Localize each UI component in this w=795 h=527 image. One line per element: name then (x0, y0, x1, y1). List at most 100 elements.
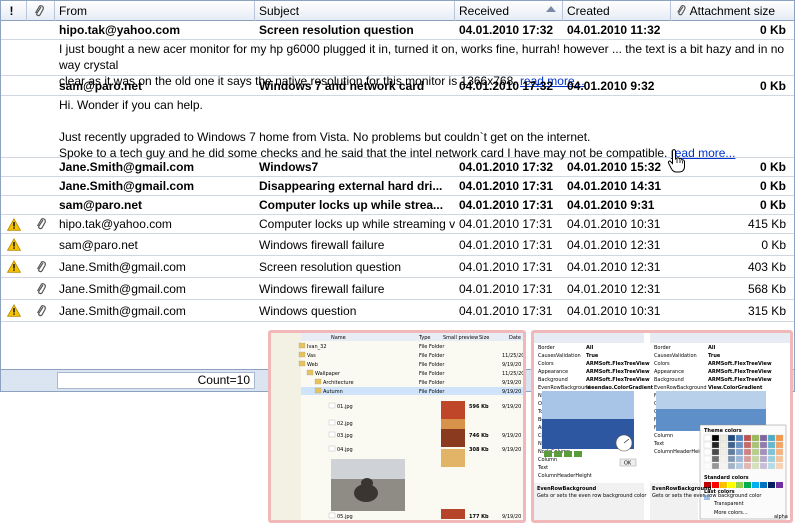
from-cell: sam@paro.net (59, 198, 143, 212)
color-swatch[interactable] (703, 441, 712, 449)
thumb-item-date: 11/25/20 (502, 353, 523, 359)
standard-color-swatch[interactable] (712, 482, 719, 488)
received-cell: 04.01.2010 17:31 (459, 198, 554, 212)
color-swatch[interactable] (719, 462, 728, 470)
standard-color-swatch[interactable] (720, 482, 727, 488)
column-header-attachment[interactable] (27, 1, 55, 21)
color-swatch[interactable] (735, 455, 744, 463)
color-swatch[interactable] (775, 441, 784, 449)
color-swatch[interactable] (759, 448, 768, 456)
property-name: Background (538, 377, 568, 383)
color-swatch[interactable] (743, 434, 752, 442)
color-swatch[interactable] (751, 462, 760, 470)
more-colors-option[interactable]: More colors... (714, 510, 748, 516)
color-swatch[interactable] (767, 462, 776, 470)
color-swatch[interactable] (751, 434, 760, 442)
color-swatch[interactable] (711, 434, 720, 442)
color-swatch[interactable] (751, 448, 760, 456)
property-value: ARMSoft.FlexTreeView (708, 369, 772, 375)
property-value: ARMSoft.FlexTreeView (586, 377, 650, 383)
color-swatch[interactable] (703, 434, 712, 442)
color-swatch[interactable] (759, 462, 768, 470)
color-swatch[interactable] (751, 455, 760, 463)
column-header-created[interactable]: Created (563, 1, 671, 21)
color-swatch[interactable] (727, 434, 736, 442)
color-swatch[interactable] (703, 462, 712, 470)
color-swatch[interactable] (727, 441, 736, 449)
color-swatch[interactable] (735, 434, 744, 442)
color-swatch[interactable] (743, 441, 752, 449)
color-swatch[interactable] (719, 455, 728, 463)
color-swatch[interactable] (711, 448, 720, 456)
color-swatch[interactable] (711, 441, 720, 449)
property-value: All (586, 345, 594, 351)
color-swatch[interactable] (719, 441, 728, 449)
table-row[interactable]: Jane.Smith@gmail.com Windows question 04.0… (1, 300, 794, 322)
thumb-item-size: 177 Kb (469, 514, 489, 520)
standard-color-swatch[interactable] (752, 482, 759, 488)
column-header-attachment-size[interactable]: Attachment size (671, 1, 794, 21)
color-swatch[interactable] (727, 455, 736, 463)
size-cell: 415 Kb (747, 217, 786, 231)
color-swatch[interactable] (727, 448, 736, 456)
paperclip-icon (36, 304, 46, 316)
preview-text: Just recently upgraded to Windows 7 home… (59, 130, 591, 144)
column-header-subject[interactable]: Subject (255, 1, 455, 21)
standard-color-swatch[interactable] (744, 482, 751, 488)
color-swatch[interactable] (767, 441, 776, 449)
color-swatch[interactable] (719, 448, 728, 456)
color-swatch[interactable] (743, 448, 752, 456)
color-swatch[interactable] (751, 441, 760, 449)
color-swatch[interactable] (743, 455, 752, 463)
table-row[interactable]: Jane.Smith@gmail.com Screen resolution qu… (1, 256, 794, 278)
color-swatch[interactable] (735, 462, 744, 470)
thumbnail-file-browser[interactable]: Name Type Small preview Size Date Ivan_32 Fil… (268, 330, 526, 523)
color-swatch[interactable] (719, 434, 728, 442)
hand-cursor-icon (667, 149, 685, 173)
color-swatch[interactable] (759, 434, 768, 442)
color-swatch[interactable] (703, 455, 712, 463)
color-swatch[interactable] (775, 448, 784, 456)
table-row[interactable]: sam@paro.net Computer locks up while stre… (1, 196, 794, 215)
table-row[interactable]: hipo.tak@yahoo.com Screen resolution ques… (1, 21, 794, 40)
color-swatch[interactable] (767, 455, 776, 463)
table-row[interactable]: sam@paro.net Windows 7 and network card 04… (1, 76, 794, 96)
table-row[interactable]: Jane.Smith@gmail.com Windows firewall fai… (1, 278, 794, 300)
table-row[interactable]: sam@paro.net Windows firewall failure 04.0… (1, 234, 794, 256)
preview-text: I just bought a new acer monitor for my … (59, 42, 785, 72)
table-row[interactable]: hipo.tak@yahoo.com Computer locks up whil… (1, 215, 794, 234)
color-swatch[interactable] (711, 455, 720, 463)
color-swatch[interactable] (759, 455, 768, 463)
subject-cell: Windows 7 and network card (259, 78, 425, 93)
file-icon (328, 419, 336, 426)
color-swatch[interactable] (735, 441, 744, 449)
received-cell: 04.01.2010 17:31 (459, 303, 553, 318)
color-swatch[interactable] (767, 448, 776, 456)
color-swatch[interactable] (775, 455, 784, 463)
standard-color-swatch[interactable] (776, 482, 783, 488)
color-swatch[interactable] (735, 448, 744, 456)
color-swatch[interactable] (775, 462, 784, 470)
color-swatch[interactable] (767, 434, 776, 442)
color-swatch[interactable] (759, 441, 768, 449)
color-swatch[interactable] (711, 462, 720, 470)
column-header-received[interactable]: Received (455, 1, 563, 21)
subject-cell: Windows7 (259, 160, 319, 174)
size-cell: 568 Kb (747, 281, 786, 296)
standard-color-swatch[interactable] (768, 482, 775, 488)
color-swatch[interactable] (703, 448, 712, 456)
column-header-flag[interactable]: ! (1, 1, 27, 21)
column-header-from[interactable]: From (55, 1, 255, 21)
table-row[interactable]: Jane.Smith@gmail.com Disappearing externa… (1, 177, 794, 196)
color-swatch[interactable] (727, 462, 736, 470)
thumbnail-property-editor[interactable]: Border CausesValidation Colors Appearance Ba… (531, 330, 793, 523)
standard-color-swatch[interactable] (736, 482, 743, 488)
thumb-item-date: 9/19/20 (502, 433, 521, 439)
standard-color-swatch[interactable] (760, 482, 767, 488)
thumb-item-name: 05.jpg (337, 514, 353, 520)
color-swatch[interactable] (743, 462, 752, 470)
from-cell: Jane.Smith@gmail.com (59, 160, 195, 174)
color-swatch[interactable] (775, 434, 784, 442)
standard-color-swatch[interactable] (728, 482, 735, 488)
transparent-option[interactable]: Transparent (713, 501, 744, 507)
